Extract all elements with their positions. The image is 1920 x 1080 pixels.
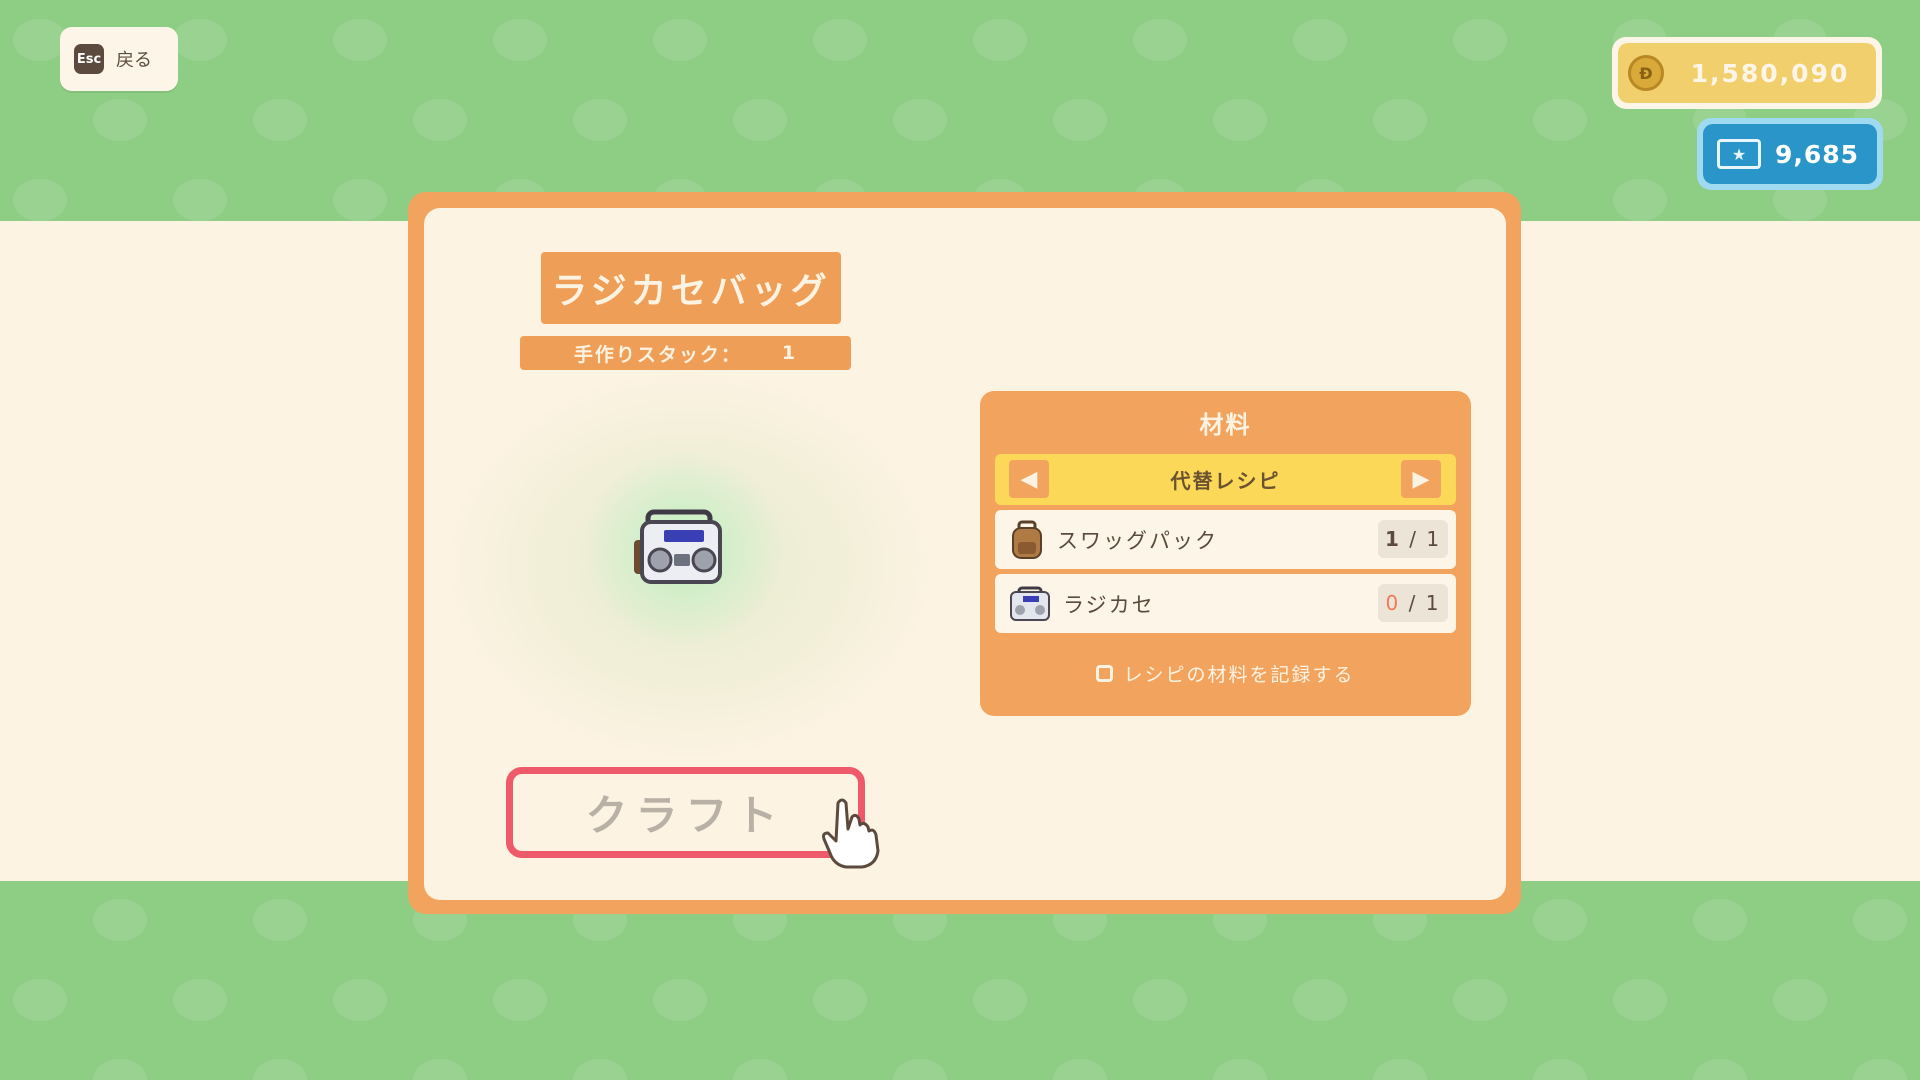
material-name: スワッグパック bbox=[1057, 528, 1218, 553]
back-label: 戻る bbox=[116, 50, 152, 71]
craft-stack: 手作りスタック： 1 bbox=[520, 336, 851, 370]
material-sep: / bbox=[1400, 527, 1427, 551]
bells-counter: Ð 1,580,090 bbox=[1612, 37, 1882, 109]
material-need: 1 bbox=[1425, 591, 1441, 615]
materials-title: 材料 bbox=[1199, 411, 1252, 439]
stack-label: 手作りスタック： bbox=[573, 343, 742, 366]
miles-counter: ★ 9,685 bbox=[1697, 118, 1883, 190]
prev-recipe-button[interactable]: ◀ bbox=[1009, 460, 1049, 498]
record-checkbox[interactable] bbox=[1096, 665, 1114, 682]
material-count: 1 / 1 bbox=[1378, 520, 1448, 558]
material-name: ラジカセ bbox=[1063, 592, 1155, 617]
bell-coin-icon: Ð bbox=[1628, 55, 1664, 91]
record-recipe-toggle[interactable]: レシピの材料を記録する bbox=[980, 660, 1471, 687]
backpack-icon bbox=[1012, 520, 1042, 559]
material-need: 1 bbox=[1426, 527, 1442, 551]
esc-key-icon: Esc bbox=[74, 44, 104, 74]
material-have: 0 bbox=[1385, 591, 1401, 615]
material-count: 0 / 1 bbox=[1378, 584, 1448, 622]
miles-ticket-icon: ★ bbox=[1717, 139, 1761, 169]
material-row[interactable]: ラジカセ 0 / 1 bbox=[995, 574, 1456, 633]
record-label: レシピの材料を記録する bbox=[1123, 664, 1355, 686]
back-button[interactable]: Esc 戻る bbox=[60, 27, 178, 91]
boombox-bag-icon bbox=[634, 509, 722, 584]
bells-value: 1,580,090 bbox=[1690, 58, 1850, 88]
material-sep: / bbox=[1400, 591, 1426, 615]
stack-value: 1 bbox=[781, 342, 798, 364]
next-recipe-button[interactable]: ▶ bbox=[1401, 460, 1441, 498]
miles-value: 9,685 bbox=[1775, 139, 1860, 169]
recipe-selector-label: 代替レシピ bbox=[1170, 469, 1281, 493]
boombox-icon bbox=[1010, 586, 1050, 621]
item-name: ラジカセバッグ bbox=[541, 252, 841, 324]
material-row[interactable]: スワッグパック 1 / 1 bbox=[995, 510, 1456, 569]
material-have: 1 bbox=[1384, 527, 1401, 551]
craft-button[interactable]: クラフト bbox=[506, 767, 865, 858]
hand-cursor-icon bbox=[822, 798, 880, 869]
